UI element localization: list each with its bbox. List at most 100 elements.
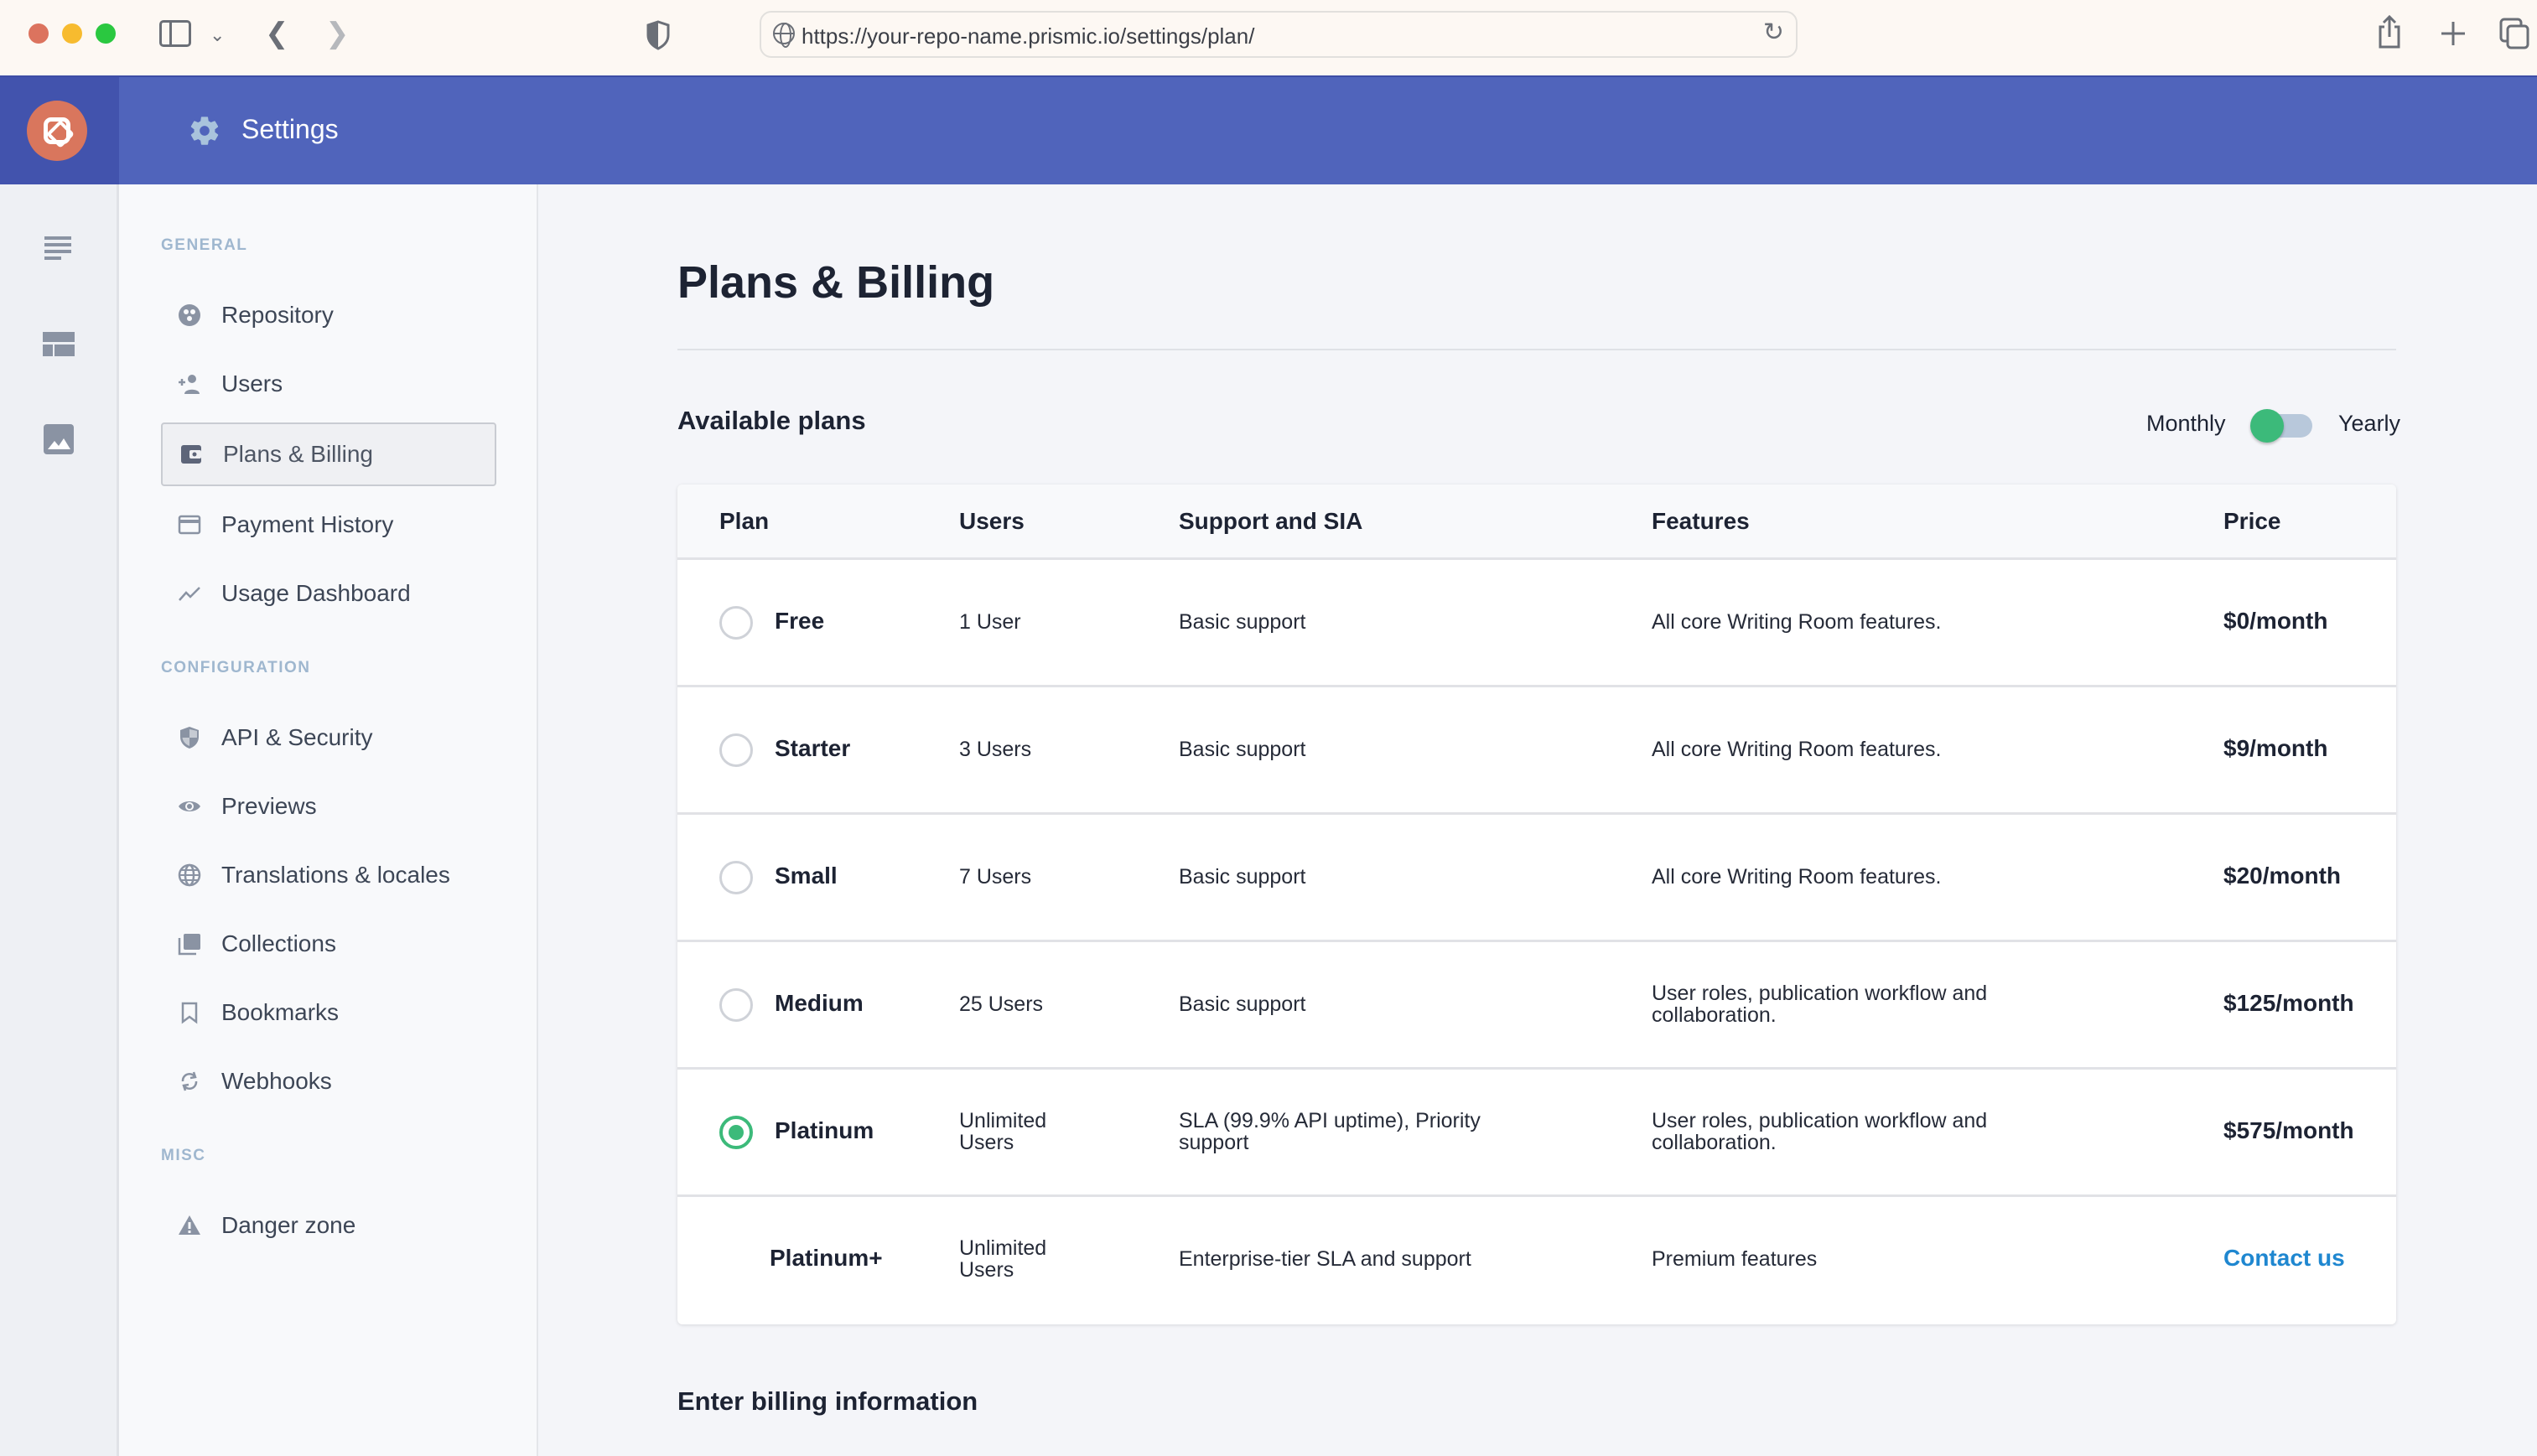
- sidebar-item-label: Payment History: [221, 511, 394, 537]
- tabs-overview-icon[interactable]: [2498, 17, 2530, 50]
- sidebar-item-webhooks[interactable]: Webhooks: [161, 1049, 496, 1113]
- plan-users: 25 Users: [959, 992, 1044, 1016]
- sidebar-item-repository[interactable]: Repository: [161, 283, 496, 347]
- plan-row[interactable]: Platinum Unlimited Users SLA (99.9% API up…: [677, 1070, 2396, 1197]
- sidebar-item-label: Bookmarks: [221, 999, 340, 1025]
- plan-support: Basic support: [1179, 610, 1306, 634]
- plan-row[interactable]: Medium 25 Users Basic support User roles, p…: [677, 942, 2396, 1070]
- prismic-logo[interactable]: [27, 101, 87, 161]
- plan-row: Platinum+ Unlimited Users Enterprise-tier …: [677, 1197, 2396, 1324]
- url-text[interactable]: https://your-repo-name.prismic.io/settin…: [802, 23, 1254, 49]
- plan-users: 3 Users: [959, 738, 1032, 761]
- sidebar-item-plans-billing[interactable]: Plans & Billing: [161, 422, 496, 486]
- plan-support: Basic support: [1179, 992, 1306, 1016]
- billing-period-switch[interactable]: [2250, 409, 2312, 443]
- column-header-price: Price: [2223, 508, 2281, 534]
- plan-features: User roles, publication workflow and col…: [1652, 982, 1988, 1027]
- sidebar-item-collections[interactable]: Collections: [161, 912, 496, 976]
- sidebar-item-label: Collections: [221, 930, 336, 956]
- plan-row[interactable]: Free 1 User Basic support All core Writing …: [677, 560, 2396, 687]
- sidebar-item-label: Danger zone: [221, 1212, 356, 1238]
- billing-information-heading: Enter billing information: [677, 1386, 978, 1416]
- plan-radio[interactable]: [719, 861, 753, 894]
- back-icon[interactable]: ❮: [265, 17, 289, 50]
- plan-support: Basic support: [1179, 865, 1306, 889]
- browser-toolbar: ⌄ ❮ ❯ https://your-repo-name.prismic.io/…: [0, 0, 2537, 77]
- plan-features: All core Writing Room features.: [1652, 738, 1942, 761]
- logo-cell: [0, 77, 119, 184]
- custom-types-icon[interactable]: [42, 330, 75, 360]
- warning-icon: [179, 1215, 200, 1235]
- documents-icon[interactable]: [42, 235, 75, 265]
- plan-price: $575/month: [2223, 1117, 2354, 1143]
- sidebar-item-label: Translations & locales: [221, 862, 450, 888]
- plan-features: All core Writing Room features.: [1652, 610, 1942, 634]
- new-tab-icon[interactable]: [2440, 20, 2467, 47]
- trending-icon: [179, 587, 200, 601]
- share-icon[interactable]: [2376, 13, 2403, 50]
- plan-name: Platinum+: [770, 1245, 883, 1271]
- plan-name: Medium: [775, 990, 864, 1016]
- left-rail: [0, 184, 119, 1456]
- reload-icon[interactable]: ↻: [1763, 18, 1784, 47]
- available-plans-heading: Available plans: [677, 406, 866, 435]
- media-icon[interactable]: [42, 424, 75, 454]
- minimize-window-button[interactable]: [62, 23, 82, 44]
- plan-users: 1 User: [959, 610, 1021, 634]
- section-label-misc: MISC: [161, 1147, 206, 1164]
- table-header-row: Plan Users Support and SIA Features Pric…: [677, 484, 2396, 560]
- plan-radio[interactable]: [719, 988, 753, 1022]
- sidebar-item-payment-history[interactable]: Payment History: [161, 493, 496, 557]
- plan-users: Unlimited Users: [959, 1236, 1047, 1282]
- plan-name: Starter: [775, 735, 851, 761]
- yearly-label[interactable]: Yearly: [2338, 411, 2400, 437]
- plan-radio[interactable]: [719, 606, 753, 640]
- sidebar-item-usage-dashboard[interactable]: Usage Dashboard: [161, 562, 496, 625]
- sync-icon: [181, 1071, 198, 1091]
- sidebar-item-previews[interactable]: Previews: [161, 775, 496, 838]
- app-header: Settings: [0, 77, 2537, 184]
- sidebar-toggle-icon[interactable]: [159, 20, 191, 47]
- monthly-label[interactable]: Monthly: [2146, 411, 2226, 437]
- sidebar-item-api-security[interactable]: API & Security: [161, 706, 496, 769]
- sidebar-item-bookmarks[interactable]: Bookmarks: [161, 981, 496, 1044]
- header-title: Settings: [241, 114, 339, 144]
- wallet-icon: [181, 445, 201, 464]
- sidebar-item-label: API & Security: [221, 724, 373, 750]
- address-bar[interactable]: https://your-repo-name.prismic.io/settin…: [760, 11, 1798, 58]
- chevron-down-icon[interactable]: ⌄: [210, 18, 225, 52]
- plan-price: $0/month: [2223, 608, 2328, 634]
- sidebar-item-users[interactable]: Users: [161, 352, 496, 416]
- forward-icon[interactable]: ❯: [325, 17, 350, 50]
- plan-price: $9/month: [2223, 735, 2328, 761]
- privacy-shield-icon[interactable]: [646, 20, 671, 50]
- gear-icon: [190, 117, 219, 145]
- plan-price: $125/month: [2223, 990, 2354, 1016]
- close-window-button[interactable]: [29, 23, 49, 44]
- plan-radio[interactable]: [719, 733, 753, 767]
- contact-us-link[interactable]: Contact us: [2223, 1246, 2345, 1270]
- collections-icon: [178, 934, 200, 956]
- zoom-window-button[interactable]: [96, 23, 116, 44]
- page-title: Plans & Billing: [677, 257, 995, 308]
- sidebar-item-danger-zone[interactable]: Danger zone: [161, 1194, 496, 1257]
- column-header-plan: Plan: [719, 508, 770, 534]
- plan-row[interactable]: Starter 3 Users Basic support All core Writ…: [677, 687, 2396, 815]
- column-header-support: Support and SIA: [1179, 508, 1363, 534]
- sidebar-item-translations-locales[interactable]: Translations & locales: [161, 843, 496, 907]
- section-label-configuration: CONFIGURATION: [161, 659, 311, 676]
- plan-name: Free: [775, 608, 825, 634]
- sidebar-item-label: Previews: [221, 793, 317, 819]
- sidebar-item-label: Users: [221, 370, 283, 396]
- logo-mark-icon: [44, 117, 70, 144]
- billing-period-toggle: Monthly Yearly: [2146, 407, 2400, 443]
- plan-radio[interactable]: [719, 1116, 753, 1149]
- plan-support: SLA (99.9% API uptime), Priority support: [1179, 1109, 1481, 1154]
- settings-sidebar: GENERAL Repository Users Plans & Billing…: [119, 184, 538, 1456]
- toggle-knob[interactable]: [2250, 409, 2284, 443]
- sidebar-item-label: Plans & Billing: [223, 441, 373, 467]
- plan-support: Basic support: [1179, 738, 1306, 761]
- plans-table: Plan Users Support and SIA Features Pric…: [677, 484, 2396, 1324]
- credit-card-icon: [178, 515, 201, 535]
- plan-row[interactable]: Small 7 Users Basic support All core Writin…: [677, 815, 2396, 942]
